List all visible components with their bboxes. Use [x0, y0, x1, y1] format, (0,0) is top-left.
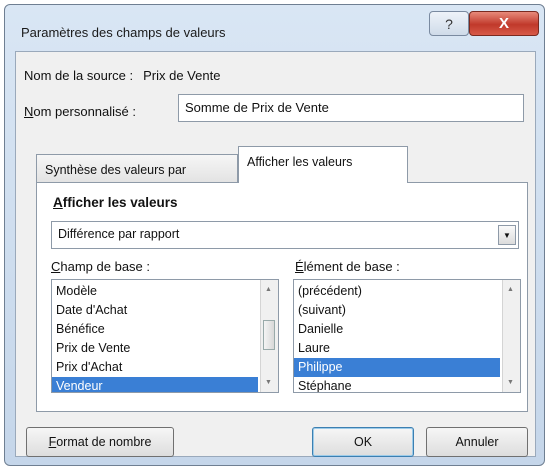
number-format-accel: F: [48, 435, 57, 449]
show-values-heading: Afficher les valeurs: [53, 195, 178, 210]
list-item[interactable]: Date d'Achat: [52, 301, 258, 320]
scroll-up-icon[interactable]: ▲: [265, 286, 272, 293]
base-field-scrollbar[interactable]: ▲ ▼: [260, 280, 278, 392]
cancel-label: Annuler: [455, 435, 499, 449]
base-item-label-rest: lément de base :: [303, 259, 400, 274]
chevron-down-icon: ▼: [503, 230, 511, 240]
show-values-heading-rest: fficher les valeurs: [62, 195, 178, 210]
base-item-scrollbar[interactable]: ▲ ▼: [502, 280, 520, 392]
scroll-up-icon[interactable]: ▲: [507, 286, 514, 293]
base-field-label-accel: C: [51, 259, 61, 274]
tab-summarize-label: Synthèse des valeurs par: [45, 163, 187, 177]
custom-name-label-accel: N: [24, 104, 34, 119]
base-item-items: (précédent) (suivant) Danielle Laure Philipp…: [294, 282, 500, 392]
tab-show-values-as[interactable]: Afficher les valeurs: [238, 146, 408, 183]
list-item[interactable]: Prix de Vente: [52, 339, 258, 358]
list-item[interactable]: Philippe: [294, 358, 500, 377]
custom-name-label-rest: om personnalisé :: [33, 104, 137, 119]
list-item[interactable]: (suivant): [294, 301, 500, 320]
dialog-body: Nom de la source : Prix de Vente Nom pers…: [15, 51, 536, 457]
cancel-button[interactable]: Annuler: [426, 427, 528, 457]
list-item[interactable]: Prix d'Achat: [52, 358, 258, 377]
title-bar[interactable]: Paramètres des champs de valeurs ? X: [5, 5, 544, 51]
tab-show-values-label: Afficher les valeurs: [247, 155, 353, 169]
list-item[interactable]: Stéphane: [294, 377, 500, 392]
scroll-down-icon[interactable]: ▼: [265, 379, 272, 386]
help-icon: ?: [445, 15, 453, 32]
dropdown-button[interactable]: ▼: [498, 225, 516, 245]
base-field-label: Champ de base :: [51, 259, 150, 274]
show-values-panel: Afficher les valeurs Différence par rapp…: [36, 182, 528, 412]
source-name-row: Nom de la source : Prix de Vente: [24, 68, 220, 83]
list-item[interactable]: Laure: [294, 339, 500, 358]
custom-name-value: Somme de Prix de Vente: [185, 100, 329, 115]
base-field-list[interactable]: Modèle Date d'Achat Bénéfice Prix de Vente P…: [51, 279, 279, 393]
list-item[interactable]: (précédent): [294, 282, 500, 301]
custom-name-input[interactable]: Somme de Prix de Vente: [178, 94, 524, 122]
ok-button[interactable]: OK: [312, 427, 414, 457]
base-field-label-rest: hamp de base :: [60, 259, 151, 274]
window-title: Paramètres des champs de valeurs: [21, 25, 226, 40]
tab-summarize-values-by[interactable]: Synthèse des valeurs par: [36, 154, 238, 182]
show-values-as-value: Différence par rapport: [58, 227, 180, 241]
scroll-thumb[interactable]: [263, 320, 275, 350]
scroll-down-icon[interactable]: ▼: [507, 379, 514, 386]
base-item-label-accel: É: [295, 259, 304, 274]
list-item[interactable]: Bénéfice: [52, 320, 258, 339]
base-field-items: Modèle Date d'Achat Bénéfice Prix de Vente P…: [52, 282, 258, 392]
list-item[interactable]: Vendeur: [52, 377, 258, 392]
show-values-as-select[interactable]: Différence par rapport ▼: [51, 221, 519, 249]
number-format-rest: ormat de nombre: [56, 435, 152, 449]
show-values-heading-accel: A: [53, 195, 63, 210]
base-item-label: Élément de base :: [295, 259, 400, 274]
list-item[interactable]: Modèle: [52, 282, 258, 301]
base-item-list[interactable]: (précédent) (suivant) Danielle Laure Philipp…: [293, 279, 521, 393]
source-name-label: Nom de la source :: [24, 68, 134, 83]
ok-label: OK: [353, 435, 373, 449]
close-button[interactable]: X: [469, 11, 539, 36]
list-item[interactable]: Danielle: [294, 320, 500, 339]
close-icon: X: [498, 15, 509, 32]
help-button[interactable]: ?: [429, 11, 469, 36]
number-format-button[interactable]: Format de nombre: [26, 427, 174, 457]
value-field-settings-dialog: Paramètres des champs de valeurs ? X Nom…: [4, 4, 545, 466]
custom-name-label: Nom personnalisé :: [24, 104, 136, 119]
source-name-value: Prix de Vente: [143, 68, 221, 83]
